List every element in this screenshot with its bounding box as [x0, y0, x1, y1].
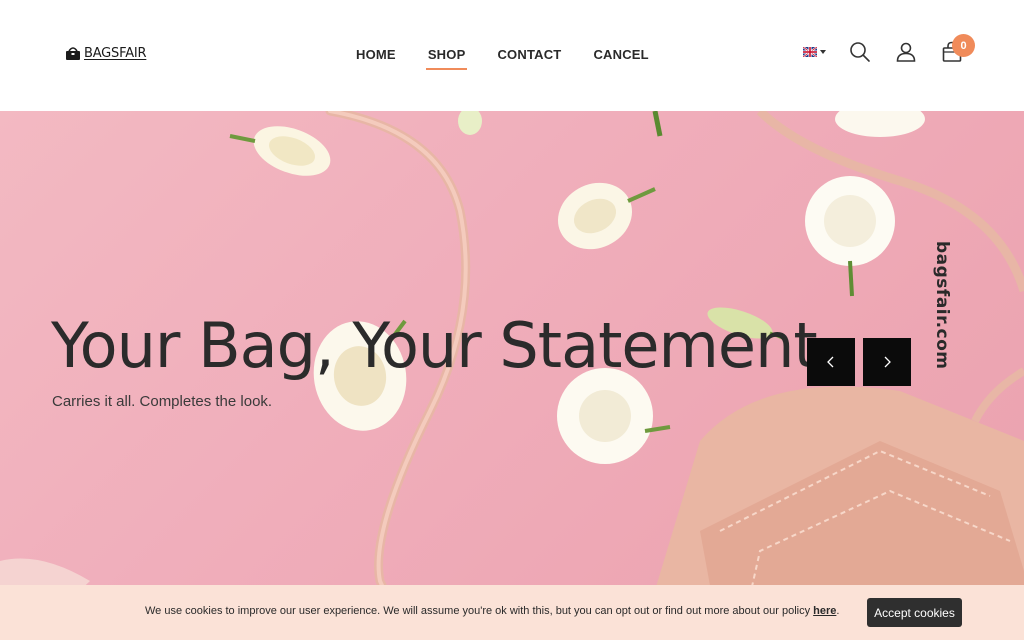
hero-subtitle: Carries it all. Completes the look. [52, 393, 273, 410]
flower-1 [229, 126, 331, 176]
cart-button[interactable]: 0 [940, 34, 975, 64]
nav-cancel[interactable]: CANCEL [577, 46, 664, 70]
cookie-policy-link[interactable]: here [813, 605, 836, 617]
nav-shop[interactable]: SHOP [412, 46, 482, 70]
cookie-text-end: . [836, 605, 840, 617]
accept-cookies-button[interactable]: Accept cookies [867, 598, 962, 627]
uk-flag-icon [803, 47, 817, 57]
site-logo[interactable]: BAGSFAIR [64, 44, 147, 62]
header-tools: 0 [803, 34, 975, 64]
slider-next-button[interactable] [863, 338, 911, 386]
cookie-message: We use cookies to improve our user exper… [145, 605, 839, 617]
flower-5 [557, 368, 671, 464]
cart-count-badge: 0 [952, 34, 975, 57]
main-nav: HOME SHOP CONTACT CANCEL [340, 46, 665, 70]
logo-text: BAGSFAIR [84, 45, 147, 61]
bud-2 [458, 111, 663, 137]
user-icon[interactable] [894, 40, 918, 64]
flower-2 [558, 182, 656, 250]
search-icon[interactable] [848, 40, 872, 64]
nav-contact[interactable]: CONTACT [481, 46, 577, 70]
chevron-left-icon [827, 356, 834, 368]
chevron-down-icon [820, 50, 826, 54]
side-brand-text: bagsfair.com [932, 241, 952, 370]
site-header: BAGSFAIR HOME SHOP CONTACT CANCEL 0 [0, 0, 1024, 111]
flower-6 [835, 111, 925, 137]
handbag-logo-icon [66, 47, 80, 60]
cookie-text: We use cookies to improve our user exper… [145, 605, 814, 617]
slider-prev-button[interactable] [807, 338, 855, 386]
chevron-right-icon [884, 356, 891, 368]
hero-slider: Your Bag, Your Statement Carries it all.… [0, 111, 1024, 640]
nav-home[interactable]: HOME [340, 46, 412, 70]
language-selector[interactable] [803, 47, 826, 57]
cookie-banner: We use cookies to improve our user exper… [0, 585, 1024, 640]
flower-3 [805, 176, 895, 297]
hero-title: Your Bag, Your Statement [51, 309, 818, 382]
